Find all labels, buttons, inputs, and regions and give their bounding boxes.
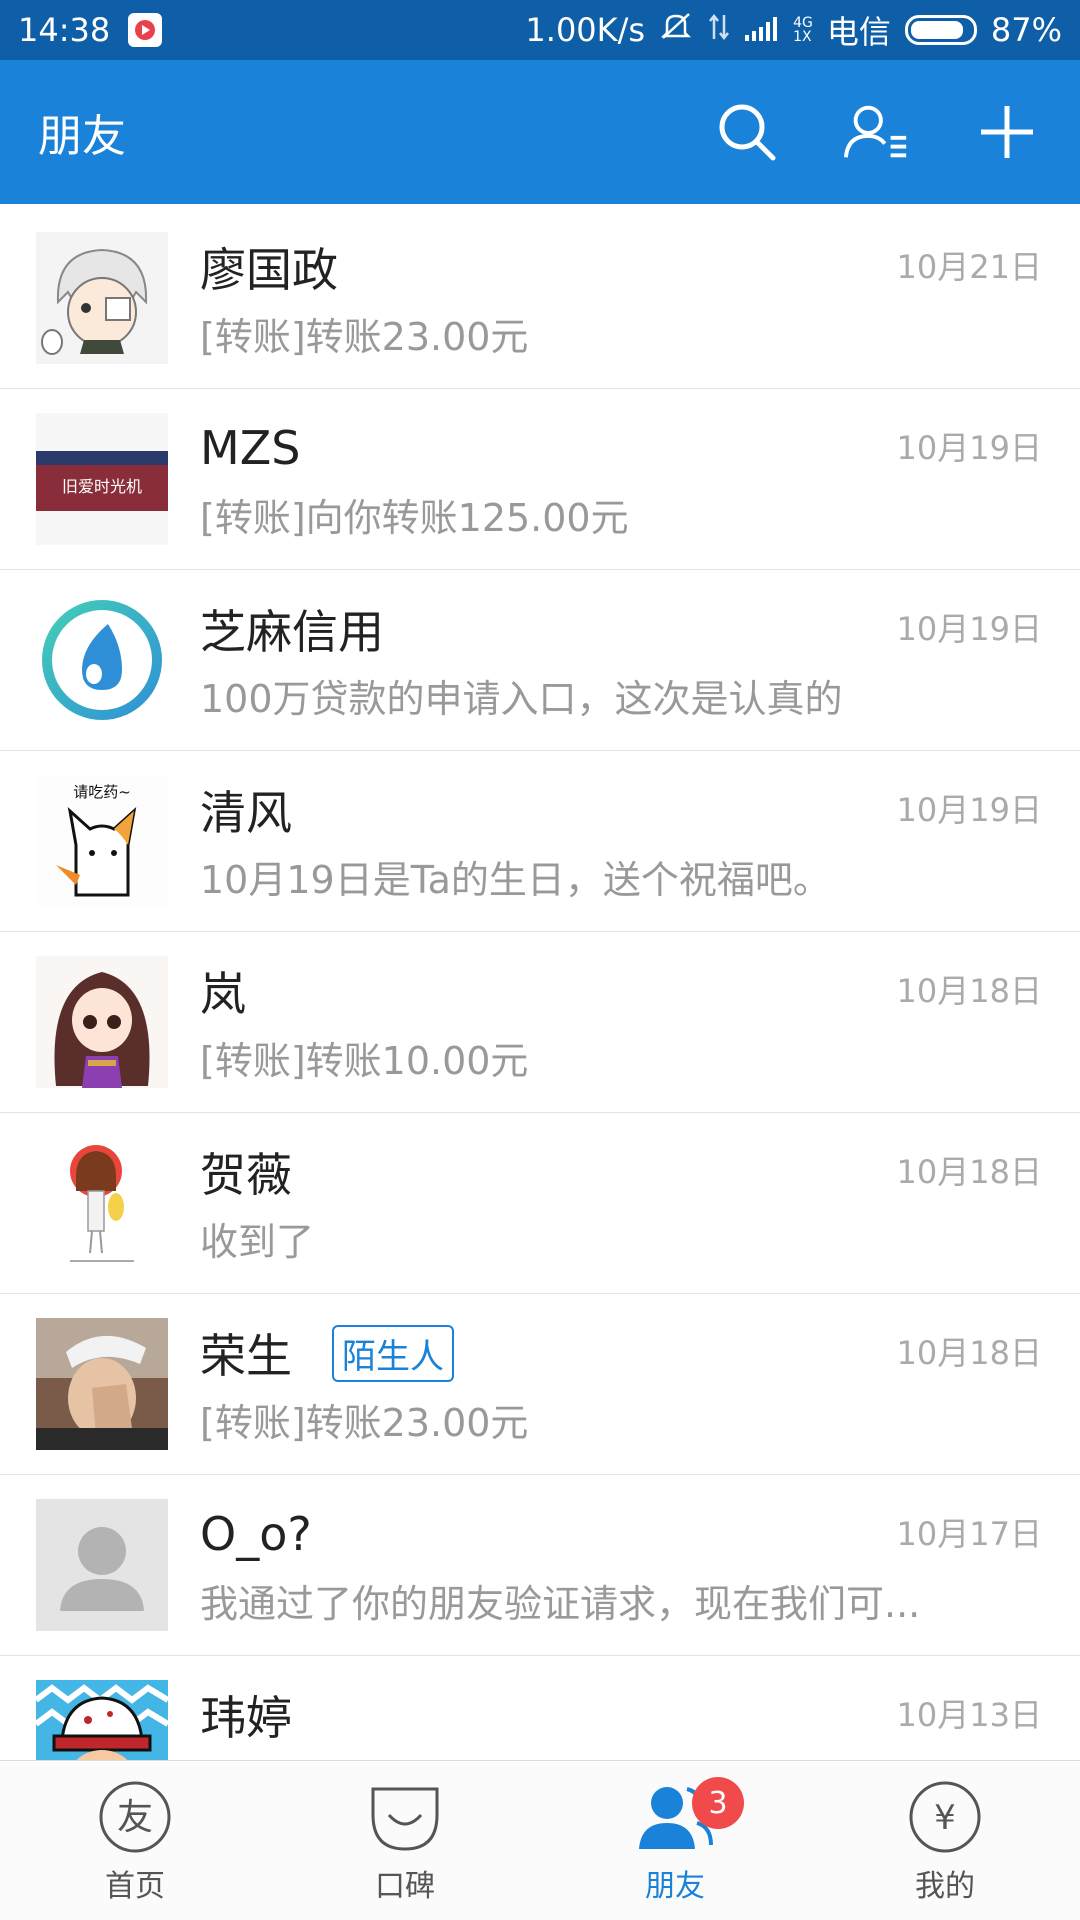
message-date: 10月13日	[896, 1696, 1042, 1734]
avatar	[36, 1318, 168, 1450]
svg-text:友: 友	[117, 1797, 153, 1838]
yuan-icon: ¥	[905, 1777, 985, 1857]
message-date: 10月19日	[896, 610, 1042, 648]
tab-label: 口碑	[375, 1868, 435, 1904]
contact-name: 荣生	[200, 1329, 292, 1383]
mute-icon	[659, 11, 693, 49]
tab-friends[interactable]: 朋友 3	[540, 1761, 810, 1920]
message-date: 10月21日	[896, 248, 1042, 286]
message-date: 10月18日	[896, 972, 1042, 1010]
avatar	[36, 1137, 168, 1269]
message-date: 10月19日	[896, 791, 1042, 829]
search-icon[interactable]	[712, 97, 782, 167]
add-icon[interactable]	[972, 97, 1042, 167]
last-message: 100万贷款的申请入口，这次是认真的	[200, 677, 843, 721]
avatar-caption-text: 请吃药~	[73, 783, 131, 801]
tab-label: 朋友	[645, 1868, 705, 1904]
default-avatar	[36, 1499, 168, 1631]
message-date: 10月18日	[896, 1153, 1042, 1191]
you-icon: 友	[95, 1777, 175, 1857]
unread-badge: 3	[692, 1777, 744, 1829]
avatar: 旧爱时光机	[36, 413, 168, 545]
last-message: [转账]转账23.00元	[200, 315, 529, 359]
avatar	[36, 232, 168, 364]
conversation-row[interactable]: 请吃药~ 清风 10月19日是Ta的生日，送个祝福吧。 10月19日	[0, 751, 1080, 932]
conversation-row[interactable]: 贺薇 收到了 10月18日	[0, 1113, 1080, 1294]
signal-icon	[745, 11, 779, 49]
carrier-name: 电信	[826, 13, 891, 51]
koubei-icon	[365, 1777, 445, 1857]
avatar	[36, 956, 168, 1088]
battery-icon	[904, 15, 977, 45]
conversation-row[interactable]: 荣生 陌生人 [转账]转账23.00元 10月18日	[0, 1294, 1080, 1475]
avatar	[36, 1680, 168, 1760]
contacts-icon[interactable]	[842, 97, 912, 167]
contact-name: 玮婷	[200, 1691, 292, 1745]
tab-label: 我的	[915, 1868, 975, 1904]
last-message: 10月19日是Ta的生日，送个祝福吧。	[200, 858, 831, 902]
conversation-row[interactable]: 岚 [转账]转账10.00元 10月18日	[0, 932, 1080, 1113]
stranger-tag: 陌生人	[332, 1324, 454, 1382]
contact-name: 岚	[200, 967, 246, 1021]
battery-level	[910, 21, 964, 39]
contact-name: MZS	[200, 421, 301, 475]
status-time: 14:38	[18, 11, 111, 49]
tab-home[interactable]: 友 首页	[0, 1761, 270, 1920]
avatar: 请吃药~	[36, 775, 168, 907]
contact-name: 芝麻信用	[200, 605, 384, 659]
contact-name: 贺薇	[200, 1148, 292, 1202]
contact-name: 清风	[200, 786, 292, 840]
message-date: 10月19日	[896, 429, 1042, 467]
svg-text:¥: ¥	[934, 1798, 956, 1838]
status-bar: 14:38 1.00K/s 4G 1X 电信 87%	[0, 0, 1080, 60]
conversation-row[interactable]: 玮婷 10月13日	[0, 1656, 1080, 1760]
last-message: [转账]转账10.00元	[200, 1039, 529, 1083]
last-message: [转账]转账23.00元	[200, 1401, 529, 1445]
last-message: 收到了	[200, 1220, 315, 1264]
page-title: 朋友	[38, 111, 126, 162]
conversation-row[interactable]: O_o? 我通过了你的朋友验证请求，现在我们可... 10月17日	[0, 1475, 1080, 1656]
avatar-banner-text: 旧爱时光机	[62, 477, 142, 496]
conversation-row[interactable]: 廖国政 [转账]转账23.00元 10月21日	[0, 208, 1080, 389]
conversation-row[interactable]: 芝麻信用 100万贷款的申请入口，这次是认真的 10月19日	[0, 570, 1080, 751]
app-notification-icon	[128, 13, 163, 47]
last-message: 我通过了你的朋友验证请求，现在我们可...	[200, 1582, 921, 1626]
message-date: 10月18日	[896, 1334, 1042, 1372]
conversation-list[interactable]: 廖国政 [转账]转账23.00元 10月21日 旧爱时光机 MZS [转账]向你…	[0, 208, 1080, 1760]
last-message: [转账]向你转账125.00元	[200, 496, 629, 540]
contact-name: O_o?	[200, 1507, 312, 1561]
message-date: 10月17日	[896, 1515, 1042, 1553]
battery-percent: 87%	[990, 11, 1062, 49]
network-speed: 1.00K/s	[525, 11, 646, 49]
conversation-row[interactable]: 旧爱时光机 MZS [转账]向你转账125.00元 10月19日	[0, 389, 1080, 570]
data-transfer-icon	[707, 11, 731, 49]
tab-label: 首页	[105, 1868, 165, 1904]
tab-koubei[interactable]: 口碑	[270, 1761, 540, 1920]
app-header: 朋友	[0, 60, 1080, 204]
bottom-tab-bar: 友 首页 口碑 朋友 3 ¥ 我的	[0, 1760, 1080, 1920]
tab-mine[interactable]: ¥ 我的	[810, 1761, 1080, 1920]
network-type: 4G 1X	[793, 15, 813, 45]
contact-name: 廖国政	[200, 243, 338, 297]
zhima-credit-avatar	[36, 594, 168, 726]
